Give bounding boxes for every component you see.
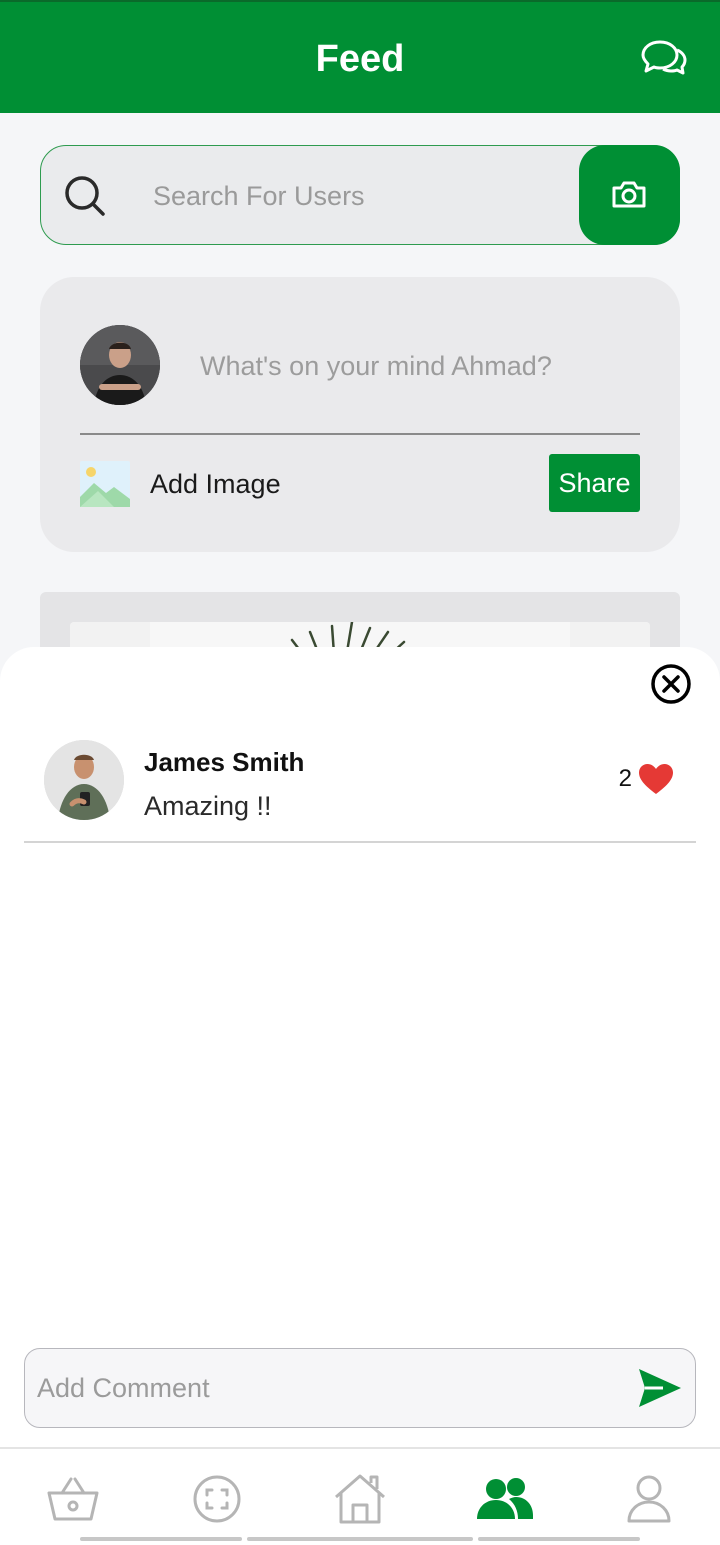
divider bbox=[80, 433, 640, 435]
comments-sheet: James Smith Amazing !! 2 bbox=[0, 647, 720, 1447]
comment-input[interactable] bbox=[37, 1367, 617, 1409]
nav-indicator bbox=[247, 1537, 473, 1541]
heart-icon[interactable] bbox=[638, 763, 674, 795]
bottom-navigation bbox=[0, 1447, 720, 1545]
comment-author[interactable]: James Smith bbox=[144, 747, 304, 778]
comment-text: Amazing !! bbox=[144, 791, 272, 821]
basket-icon[interactable] bbox=[46, 1473, 100, 1525]
add-image-label: Add Image bbox=[150, 469, 281, 499]
list-item: James Smith Amazing !! 2 bbox=[24, 735, 696, 843]
post-composer: What's on your mind Ahmad? Add Image Sha… bbox=[40, 277, 680, 552]
add-image-button[interactable]: Add Image bbox=[80, 461, 300, 507]
nav-indicator bbox=[478, 1537, 640, 1541]
close-icon[interactable] bbox=[650, 663, 692, 705]
friends-icon[interactable] bbox=[476, 1473, 533, 1525]
avatar[interactable] bbox=[44, 740, 124, 820]
page-title: Feed bbox=[315, 38, 405, 80]
avatar bbox=[80, 325, 160, 405]
profile-icon[interactable] bbox=[622, 1473, 676, 1525]
like-count: 2 bbox=[618, 765, 632, 792]
send-icon[interactable] bbox=[637, 1367, 683, 1409]
home-icon[interactable] bbox=[333, 1473, 387, 1525]
composer-prompt[interactable]: What's on your mind Ahmad? bbox=[200, 351, 552, 382]
chat-icon[interactable] bbox=[640, 36, 688, 82]
search-input[interactable] bbox=[153, 176, 573, 216]
search-icon bbox=[63, 174, 107, 218]
image-icon bbox=[80, 461, 130, 507]
app-header: Feed bbox=[0, 0, 720, 113]
share-button[interactable]: Share bbox=[549, 454, 640, 512]
scan-icon[interactable] bbox=[190, 1473, 244, 1525]
comment-input-box bbox=[24, 1348, 696, 1428]
camera-icon bbox=[612, 181, 646, 208]
divider bbox=[24, 841, 696, 843]
nav-indicator bbox=[80, 1537, 242, 1541]
camera-search-button[interactable] bbox=[579, 145, 680, 245]
user-search-bar bbox=[40, 145, 680, 245]
